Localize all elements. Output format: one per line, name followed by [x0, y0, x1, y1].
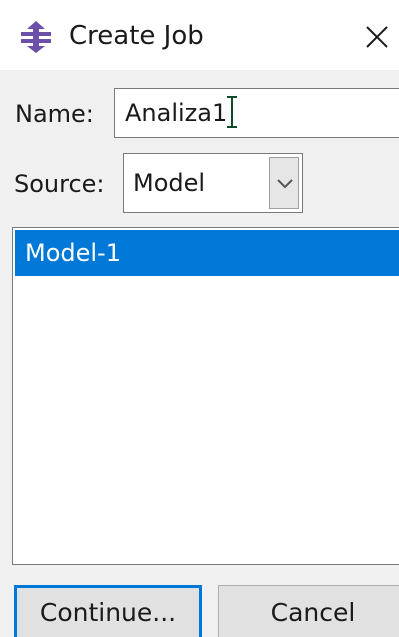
dialog-title: Create Job: [69, 21, 204, 51]
source-select-value: Model: [133, 169, 206, 197]
create-job-dialog: Create Job Name: Analiza1 Source: Model: [0, 0, 399, 637]
continue-button[interactable]: Continue...: [14, 585, 202, 637]
model-list[interactable]: Model-1: [12, 227, 399, 565]
chevron-down-icon: [275, 173, 295, 193]
title-bar: Create Job: [0, 0, 399, 70]
list-item-label: Model-1: [25, 239, 121, 267]
cancel-button[interactable]: Cancel: [218, 585, 399, 637]
name-input-value: Analiza1: [125, 99, 228, 127]
job-icon: [18, 20, 54, 54]
list-item-model-1[interactable]: Model-1: [15, 230, 399, 276]
source-dropdown-button[interactable]: [269, 157, 299, 209]
name-input[interactable]: Analiza1: [114, 88, 399, 138]
text-cursor-icon: [226, 95, 238, 129]
source-select[interactable]: Model: [123, 153, 303, 213]
close-icon[interactable]: [362, 22, 392, 52]
name-label: Name:: [15, 100, 94, 128]
source-label: Source:: [14, 170, 105, 198]
